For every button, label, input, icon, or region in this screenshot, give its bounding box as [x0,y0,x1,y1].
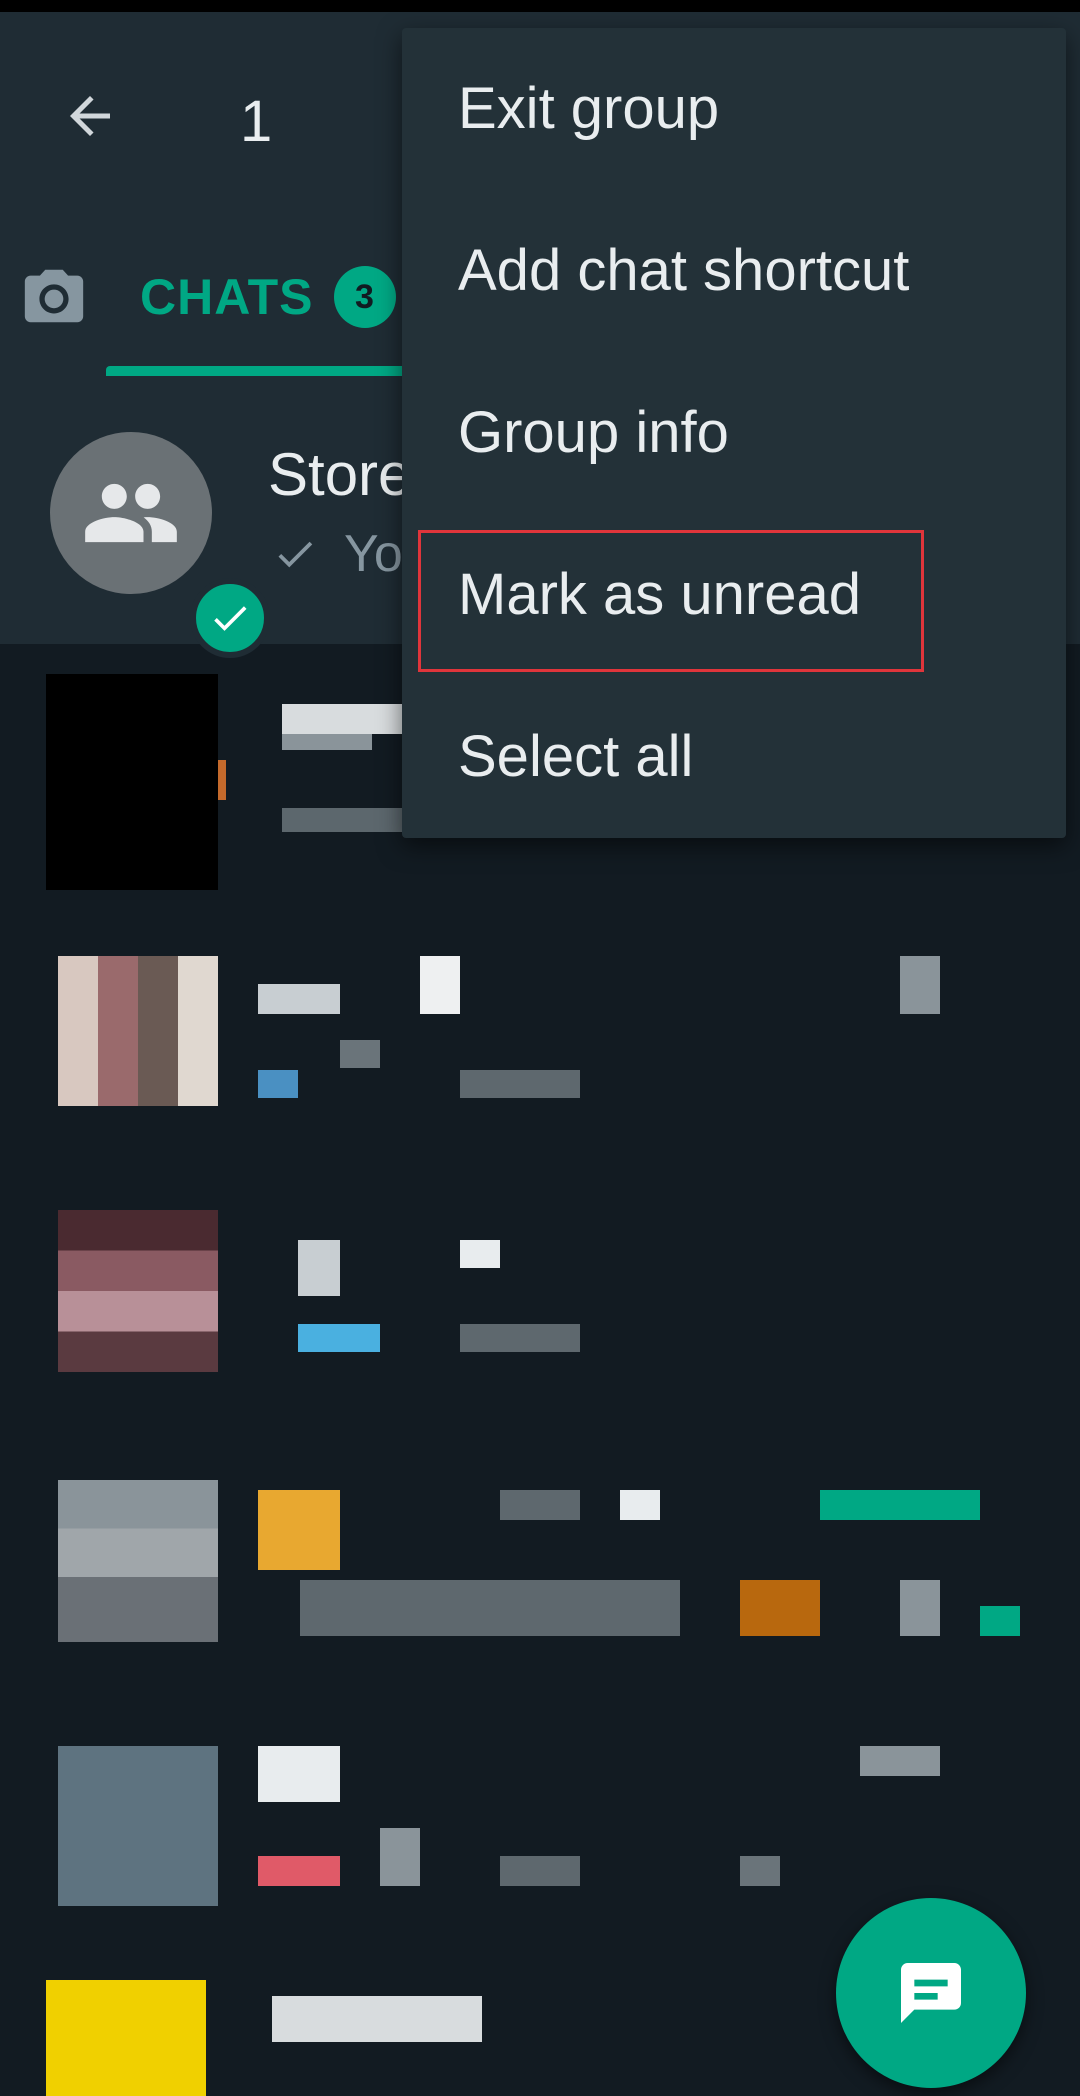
redacted-text [980,1606,1020,1636]
redacted-text [298,1324,380,1352]
status-bar [0,0,1080,12]
single-tick-icon [278,541,313,568]
avatar [58,1746,218,1906]
redacted-text [500,1856,580,1886]
tab-indicator [106,366,406,376]
tab-camera[interactable] [18,260,90,332]
redacted-text [740,1856,780,1886]
redacted-text [380,1828,420,1886]
redacted-text [282,734,372,750]
new-chat-button[interactable] [836,1898,1026,2088]
redacted-text [272,1996,482,2042]
avatar [58,956,218,1106]
chat-row[interactable] [0,1190,1080,1390]
chat-row[interactable] [0,1730,1080,1910]
redacted-text [258,984,340,1014]
redacted-text [258,1746,340,1802]
menu-item-exit-group[interactable]: Exit group [402,28,1066,188]
overflow-menu: Exit group Add chat shortcut Group info … [402,28,1066,838]
arrow-back-icon [70,96,110,136]
avatar [46,1980,206,2096]
avatar [50,432,270,658]
redacted-text [460,1324,580,1352]
highlight-annotation-box [418,530,924,672]
redacted-text [900,1580,940,1636]
redacted-text [218,760,226,800]
redacted-text [620,1490,660,1520]
chat-preview: Yo [272,524,403,584]
redacted-text [282,808,402,832]
avatar [58,1210,218,1372]
chat-row[interactable] [0,930,1080,1130]
redacted-text [740,1580,820,1636]
selected-check-badge [190,578,270,658]
chat-row[interactable] [0,1460,1080,1660]
group-icon [85,483,177,543]
redacted-text [258,1070,298,1098]
redacted-text [282,704,402,734]
menu-item-add-chat-shortcut[interactable]: Add chat shortcut [402,190,1066,350]
menu-item-group-info[interactable]: Group info [402,352,1066,512]
redacted-text [298,1240,340,1296]
redacted-text [420,956,460,1014]
selected-count: 1 [240,89,273,154]
redacted-text [460,1240,500,1268]
redacted-text [300,1580,680,1636]
redacted-text [500,1490,580,1520]
chat-name: Store [268,441,412,508]
tab-chats-label: CHATS [140,269,314,325]
unread-count-badge: 3 [333,266,396,328]
redacted-text [820,1490,980,1520]
tab-chats[interactable]: CHATS 3 [140,266,396,328]
menu-item-select-all[interactable]: Select all [402,676,1066,836]
check-icon [214,606,247,631]
back-button[interactable] [52,78,128,154]
camera-icon [24,269,84,323]
redacted-text [460,1070,580,1098]
avatar [46,674,218,890]
new-chat-icon [901,1963,961,2023]
redacted-text [258,1856,340,1886]
redacted-text [258,1490,340,1570]
chat-preview-text: Yo [344,525,403,583]
avatar [58,1480,218,1642]
redacted-text [340,1040,380,1068]
redacted-text [900,956,940,1014]
redacted-text [860,1746,940,1776]
